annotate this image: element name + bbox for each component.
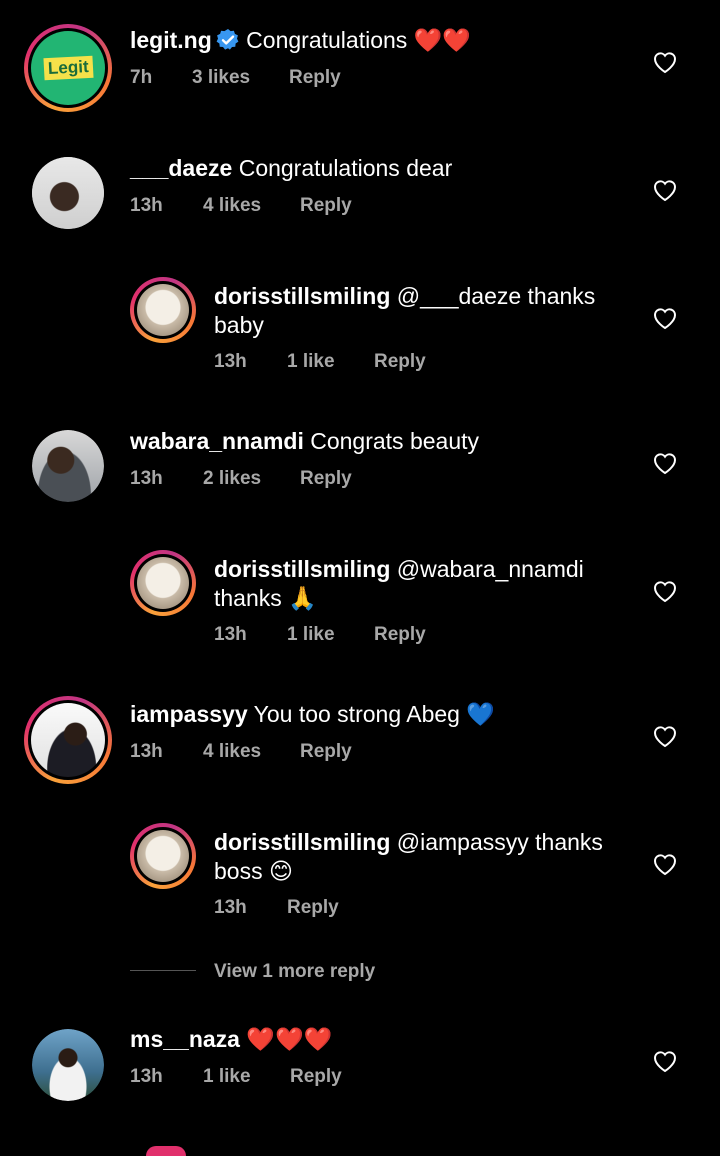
likes-count[interactable]: 4 likes bbox=[203, 741, 300, 763]
username[interactable]: ms__naza bbox=[130, 1026, 240, 1052]
comment-time: 13h bbox=[130, 468, 163, 489]
reply-button[interactable]: Reply bbox=[287, 897, 339, 919]
view-more-replies-button[interactable]: View 1 more reply bbox=[214, 961, 375, 983]
comment-time: 7h bbox=[130, 67, 153, 88]
comment-time: 13h bbox=[214, 624, 247, 645]
comment-text: Congratulations dear bbox=[232, 155, 453, 181]
next-avatar-partial bbox=[146, 1146, 186, 1156]
comment-text: @iampassyy thanks bbox=[390, 829, 603, 855]
username[interactable]: dorisstillsmiling bbox=[214, 829, 390, 855]
like-heart-icon[interactable] bbox=[652, 579, 678, 603]
username[interactable]: dorisstillsmiling bbox=[214, 283, 390, 309]
verified-badge-icon bbox=[216, 29, 239, 50]
comment-time: 13h bbox=[214, 897, 247, 918]
likes-count[interactable]: 3 likes bbox=[192, 67, 289, 89]
comment-text: @wabara_nnamdi bbox=[390, 556, 584, 582]
reply-button[interactable]: Reply bbox=[300, 468, 352, 490]
like-heart-icon[interactable] bbox=[652, 306, 678, 330]
likes-count[interactable]: 1 like bbox=[203, 1066, 290, 1088]
avatar[interactable] bbox=[130, 277, 196, 343]
comment-text-continued: baby bbox=[214, 312, 264, 338]
avatar[interactable] bbox=[130, 550, 196, 616]
comment-text: Congratulations ❤️❤️ bbox=[239, 27, 471, 53]
reply-button[interactable]: Reply bbox=[300, 195, 352, 217]
username[interactable]: dorisstillsmiling bbox=[214, 556, 390, 582]
comment-text: Congrats beauty bbox=[303, 428, 480, 454]
like-heart-icon[interactable] bbox=[652, 50, 678, 74]
likes-count[interactable]: 2 likes bbox=[203, 468, 300, 490]
username[interactable]: iampassyy bbox=[130, 701, 248, 727]
like-heart-icon[interactable] bbox=[652, 1049, 678, 1073]
avatar[interactable] bbox=[24, 696, 112, 784]
comment-text-continued: thanks 🙏 bbox=[214, 585, 317, 611]
reply-button[interactable]: Reply bbox=[300, 741, 352, 763]
comment-text: You too strong Abeg 💙 bbox=[247, 701, 495, 727]
likes-count[interactable]: 1 like bbox=[287, 351, 374, 373]
likes-count[interactable]: 4 likes bbox=[203, 195, 300, 217]
comment-text: ❤️❤️❤️ bbox=[239, 1026, 333, 1052]
username[interactable]: ___daeze bbox=[130, 155, 232, 181]
comment-time: 13h bbox=[130, 1066, 163, 1087]
username[interactable]: legit.ng bbox=[130, 27, 212, 53]
username[interactable]: wabara_nnamdi bbox=[130, 428, 304, 454]
comment-time: 13h bbox=[130, 195, 163, 216]
comment-text-continued: boss 😊 bbox=[214, 858, 293, 884]
reply-button[interactable]: Reply bbox=[290, 1066, 342, 1088]
avatar[interactable] bbox=[32, 430, 104, 502]
likes-count[interactable]: 1 like bbox=[287, 624, 374, 646]
comment-time: 13h bbox=[214, 351, 247, 372]
reply-button[interactable]: Reply bbox=[374, 351, 426, 373]
like-heart-icon[interactable] bbox=[652, 852, 678, 876]
like-heart-icon[interactable] bbox=[652, 724, 678, 748]
like-heart-icon[interactable] bbox=[652, 451, 678, 475]
comment-text: @___daeze thanks bbox=[390, 283, 596, 309]
reply-button[interactable]: Reply bbox=[289, 67, 341, 89]
avatar[interactable] bbox=[32, 1029, 104, 1101]
avatar[interactable]: Legit bbox=[24, 24, 112, 112]
comment-time: 13h bbox=[130, 741, 163, 762]
legit-logo: Legit bbox=[43, 55, 93, 81]
avatar[interactable] bbox=[130, 823, 196, 889]
like-heart-icon[interactable] bbox=[652, 178, 678, 202]
avatar[interactable] bbox=[32, 157, 104, 229]
reply-button[interactable]: Reply bbox=[374, 624, 426, 646]
view-more-divider bbox=[130, 970, 196, 971]
